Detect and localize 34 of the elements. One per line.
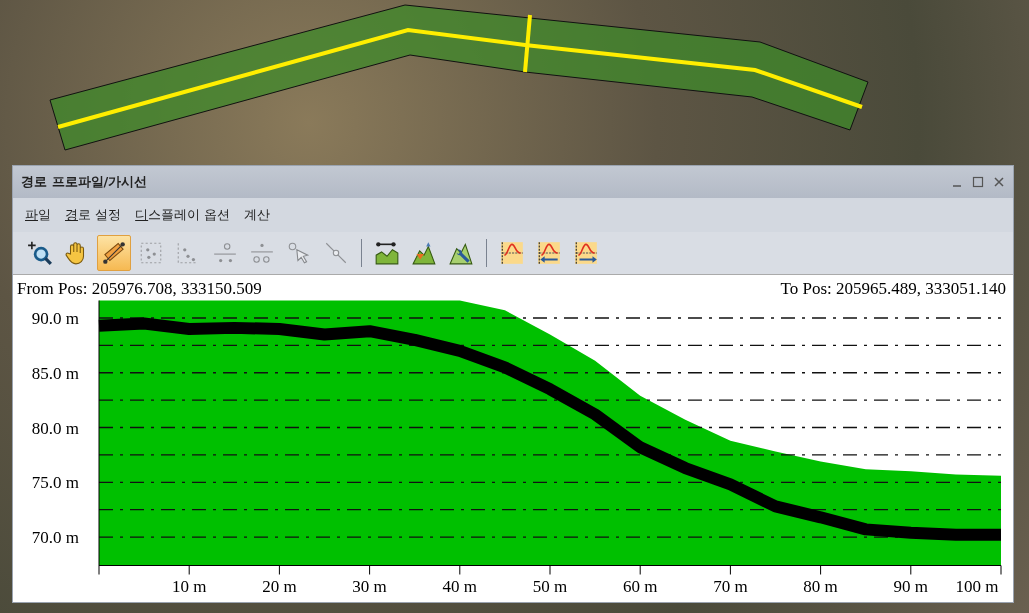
- terrain-peak-icon: [411, 240, 437, 266]
- menu-item[interactable]: 파일: [25, 206, 51, 224]
- ruler-icon: [101, 240, 127, 266]
- close-icon[interactable]: [993, 176, 1005, 188]
- window-title: 경로 프로파일/가시선: [21, 173, 148, 191]
- x-tick-label: 30 m: [352, 576, 387, 596]
- x-tick-label: 80 m: [803, 576, 838, 596]
- zoom-in-icon: [27, 240, 53, 266]
- x-tick-label: 40 m: [442, 576, 478, 596]
- slashed-point-icon: [323, 240, 349, 266]
- x-tick-label: 10 m: [171, 576, 207, 596]
- y-tick-label: 85.0 m: [31, 363, 79, 383]
- y-tick-label: 90.0 m: [31, 309, 79, 328]
- terrain-wrench-icon: [448, 240, 474, 266]
- from-position: From Pos: 205976.708, 333150.509: [17, 279, 262, 298]
- menu-item[interactable]: 디스플레이 옵션: [135, 206, 231, 224]
- x-tick-label: 60 m: [622, 576, 658, 596]
- y-tick-label: 70.0 m: [31, 528, 79, 548]
- maximize-icon[interactable]: [972, 176, 984, 188]
- cursor-point-icon: [286, 240, 312, 266]
- profile-graph-icon: [499, 240, 525, 266]
- dotted-square-icon: [138, 240, 164, 266]
- to-position: To Pos: 205965.489, 333051.140: [780, 279, 1006, 298]
- menu-item[interactable]: 경로 설정: [65, 206, 122, 224]
- x-tick-label: 20 m: [262, 576, 297, 596]
- y-tick-label: 80.0 m: [31, 418, 79, 438]
- x-tick-label: 100 m: [955, 576, 999, 596]
- x-tick-label: 70 m: [713, 576, 748, 596]
- menu-item[interactable]: 계산: [244, 206, 271, 224]
- x-tick-label: 90 m: [893, 576, 929, 596]
- y-tick-label: 75.0 m: [31, 473, 79, 493]
- x-tick-label: 50 m: [532, 576, 568, 596]
- terrain-line-icon: [374, 240, 400, 266]
- toolbar-button[interactable]: [97, 235, 131, 271]
